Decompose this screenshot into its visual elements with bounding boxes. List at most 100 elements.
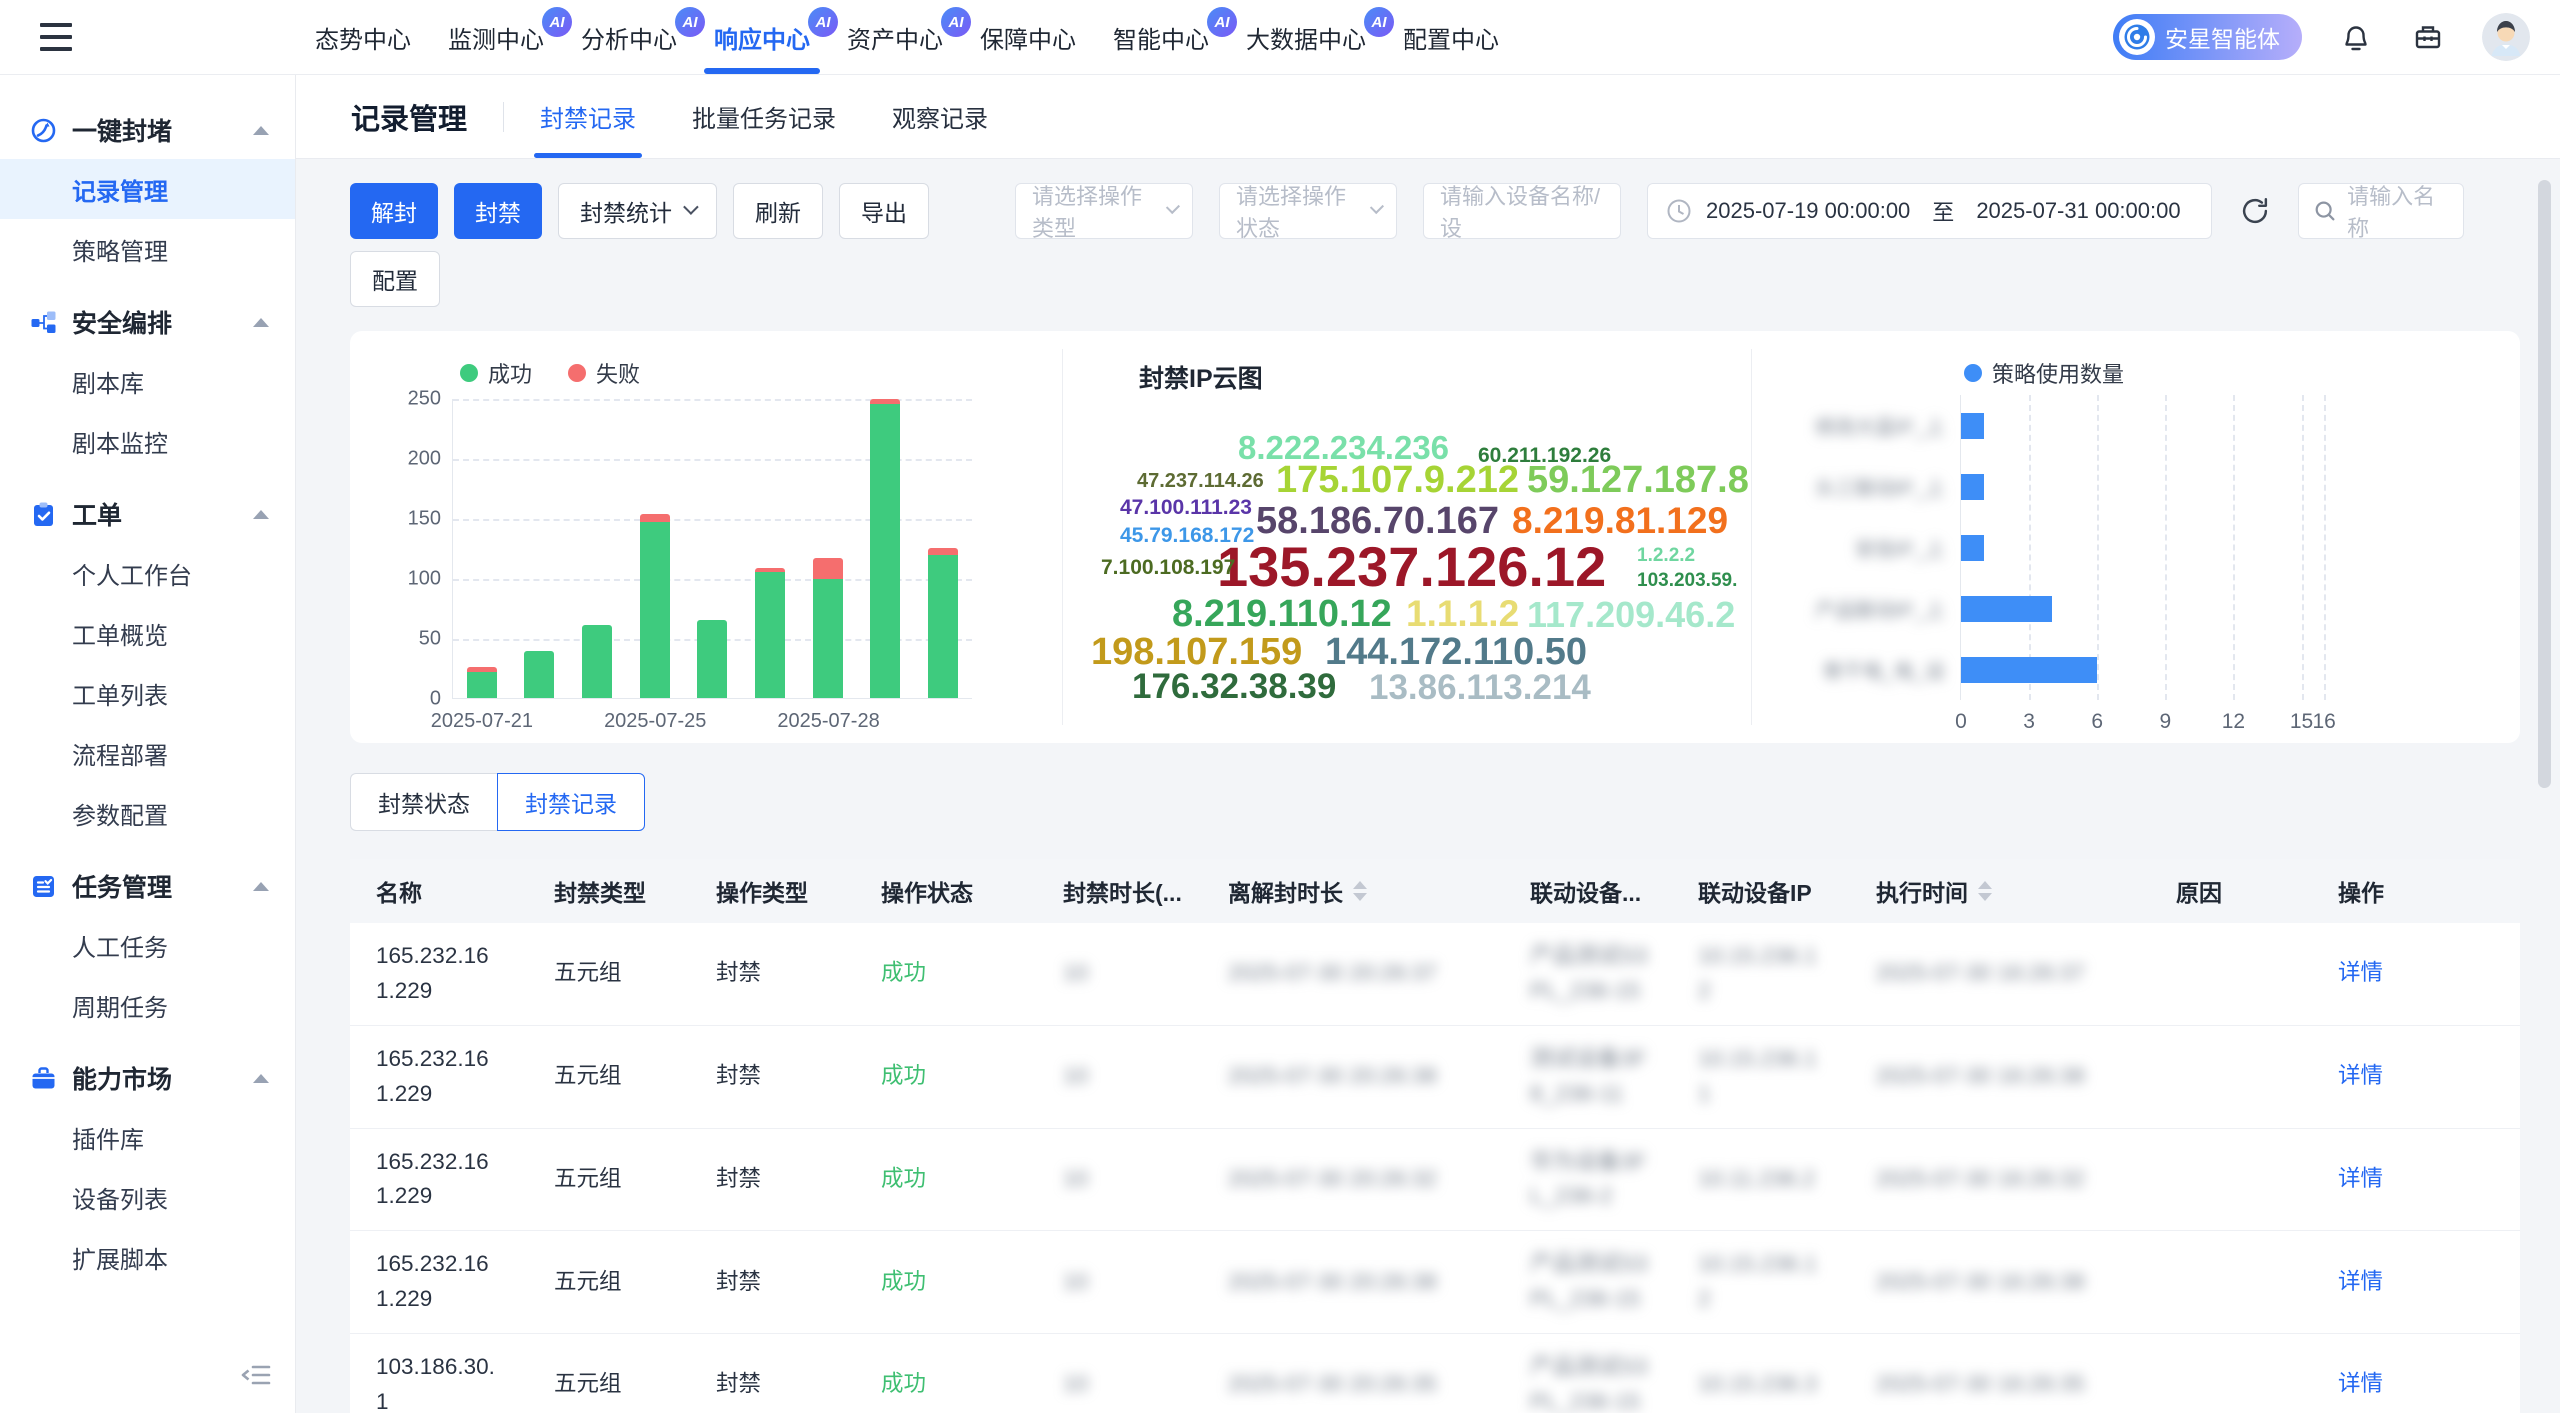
cell-10 [2150, 1266, 2312, 1298]
name-search-input[interactable]: 请输入名称 [2298, 183, 2464, 239]
bar-9[interactable] [928, 548, 958, 698]
sidebar-item-插件库[interactable]: 插件库 [0, 1107, 295, 1167]
menu-icon[interactable] [40, 23, 72, 51]
ban-stats-button[interactable]: 封禁统计 [558, 183, 717, 239]
nav-item-label: 智能中心 [1113, 20, 1209, 55]
sidebar-item-工单概览[interactable]: 工单概览 [0, 603, 295, 663]
nav-item-2[interactable]: 监测中心AI [448, 0, 544, 74]
bar-3[interactable] [582, 625, 612, 698]
detail-link[interactable]: 详情 [2312, 1146, 2520, 1213]
sidebar-item-流程部署[interactable]: 流程部署 [0, 723, 295, 783]
cell-6: 2025-07-30 20:26:32 [1202, 1146, 1504, 1213]
bell-icon[interactable] [2338, 19, 2374, 55]
nav-item-7[interactable]: 智能中心AI [1113, 0, 1209, 74]
legend-fail[interactable]: 失败 [568, 357, 640, 389]
sidebar-group-header-3[interactable]: 工单 [0, 485, 295, 543]
chevron-down-icon [683, 199, 699, 215]
nav-item-4[interactable]: 响应中心AI [714, 0, 810, 74]
nav-item-5[interactable]: 资产中心AI [847, 0, 943, 74]
cell-8: 10.15.236.1 1 [1672, 1026, 1850, 1128]
column-header-6[interactable]: 离解封时长 [1202, 874, 1504, 908]
subtab-1[interactable]: 封禁状态 [350, 773, 497, 831]
sidebar-group-header-4[interactable]: 任务管理 [0, 857, 295, 915]
bar-6[interactable] [755, 568, 785, 698]
reload-icon[interactable] [2238, 194, 2272, 228]
vertical-scrollbar[interactable] [2538, 180, 2551, 788]
sidebar-item-剧本库[interactable]: 剧本库 [0, 351, 295, 411]
bar-1[interactable] [467, 667, 497, 698]
cloud-word: 103.203.59. [1637, 571, 1737, 590]
sidebar-item-参数配置[interactable]: 参数配置 [0, 783, 295, 843]
sort-icon[interactable] [1978, 881, 1992, 901]
sidebar-item-个人工作台[interactable]: 个人工作台 [0, 543, 295, 603]
cell-3: 封禁 [690, 1043, 855, 1110]
sidebar-collapse-icon[interactable] [239, 1358, 273, 1397]
avatar[interactable] [2482, 13, 2530, 61]
device-input[interactable]: 请输入设备名称/设 [1423, 183, 1621, 239]
sidebar-item-策略管理[interactable]: 策略管理 [0, 219, 295, 279]
policy-label-blurred: 骨干电_电_设 [1770, 655, 1945, 684]
sidebar-item-工单列表[interactable]: 工单列表 [0, 663, 295, 723]
policy-bar[interactable] [1961, 413, 1984, 439]
bar-4[interactable] [640, 514, 670, 698]
policy-bar[interactable] [1961, 596, 2052, 622]
detail-link[interactable]: 详情 [2312, 1249, 2520, 1316]
tab-2[interactable]: 批量任务记录 [692, 75, 836, 158]
bar-7[interactable] [813, 558, 843, 698]
clock-icon [1666, 198, 1692, 224]
nav-item-8[interactable]: 大数据中心AI [1246, 0, 1366, 74]
export-button[interactable]: 导出 [839, 183, 929, 239]
cloud-word: 1.1.1.2 [1406, 595, 1519, 632]
ban-button[interactable]: 封禁 [454, 183, 542, 239]
legend-success[interactable]: 成功 [460, 357, 532, 389]
nav-item-9[interactable]: 配置中心 [1403, 0, 1499, 74]
cell-3: 封禁 [690, 1249, 855, 1316]
toolbox-icon[interactable] [2410, 19, 2446, 55]
sidebar-group-header-2[interactable]: 安全编排 [0, 293, 295, 351]
legend-success-label: 成功 [488, 357, 532, 389]
date-range-picker[interactable]: 2025-07-19 00:00:00 至 2025-07-31 00:00:0… [1647, 183, 2212, 239]
tab-3[interactable]: 观察记录 [892, 75, 988, 158]
nav-item-3[interactable]: 分析中心AI [581, 0, 677, 74]
cell-7: 华为设备3FL_236-2 [1504, 1129, 1672, 1231]
detail-link[interactable]: 详情 [2312, 940, 2520, 1007]
bar-2[interactable] [524, 651, 554, 698]
table-row: 165.232.161.229五元组封禁成功102025-07-30 20:26… [350, 1026, 2520, 1129]
detail-link[interactable]: 详情 [2312, 1043, 2520, 1110]
column-header-9[interactable]: 执行时间 [1850, 874, 2150, 908]
sidebar-item-扩展脚本[interactable]: 扩展脚本 [0, 1227, 295, 1287]
unban-button[interactable]: 解封 [350, 183, 438, 239]
sort-icon[interactable] [1353, 881, 1367, 901]
subtab-2[interactable]: 封禁记录 [497, 773, 645, 831]
cloud-word: 8.219.110.12 [1172, 595, 1392, 633]
sidebar-group-header-5[interactable]: 能力市场 [0, 1049, 295, 1107]
policy-bar[interactable] [1961, 657, 2097, 683]
sidebar-item-人工任务[interactable]: 人工任务 [0, 915, 295, 975]
nav-item-1[interactable]: 态势中心 [315, 0, 411, 74]
toolbar-row-1: 解封 封禁 封禁统计 刷新 导出 请选择操作类型 请选择操作状态 [350, 183, 2560, 239]
legend-policy[interactable]: 策略使用数量 [1964, 357, 2124, 389]
nav-item-label: 资产中心 [847, 20, 943, 55]
bar-5[interactable] [697, 620, 727, 698]
bar-8[interactable] [870, 399, 900, 698]
sidebar-item-周期任务[interactable]: 周期任务 [0, 975, 295, 1035]
op-status-select[interactable]: 请选择操作状态 [1219, 183, 1397, 239]
sidebar-item-记录管理[interactable]: 记录管理 [0, 159, 295, 219]
policy-bar[interactable] [1961, 474, 1984, 500]
x-tick-label: 3 [2023, 710, 2035, 734]
sidebar-item-设备列表[interactable]: 设备列表 [0, 1167, 295, 1227]
assistant-button[interactable]: 安星智能体 [2113, 14, 2302, 60]
nav-item-6[interactable]: 保障中心 [980, 0, 1076, 74]
op-type-select[interactable]: 请选择操作类型 [1015, 183, 1193, 239]
config-button[interactable]: 配置 [350, 251, 440, 307]
sidebar-item-剧本监控[interactable]: 剧本监控 [0, 411, 295, 471]
policy-bar[interactable] [1961, 535, 1984, 561]
cell-6: 2025-07-30 20:26:37 [1202, 940, 1504, 1007]
detail-link[interactable]: 详情 [2312, 1351, 2520, 1413]
sidebar-group-header-1[interactable]: 一键封堵 [0, 101, 295, 159]
tab-1[interactable]: 封禁记录 [540, 75, 636, 158]
filters: 请选择操作类型 请选择操作状态 请输入设备名称/设 2025- [1015, 183, 2464, 239]
refresh-button[interactable]: 刷新 [733, 183, 823, 239]
x-tick-label: 2025-07-25 [604, 710, 706, 733]
nav-item-label: 大数据中心 [1246, 20, 1366, 55]
